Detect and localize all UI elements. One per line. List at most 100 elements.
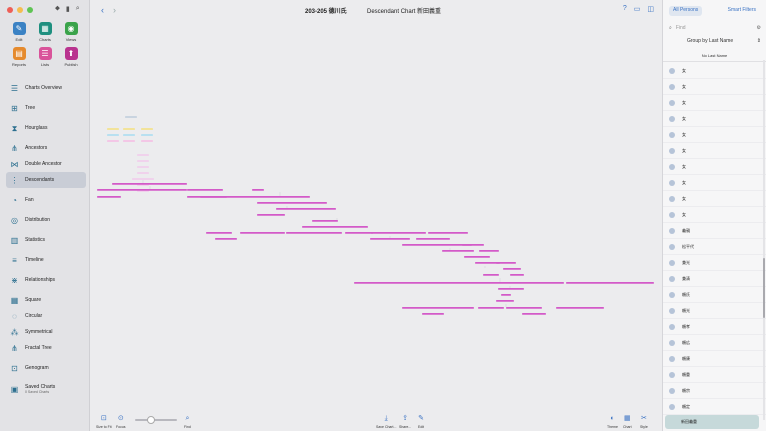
bottom-theme-button[interactable]: ◐ Theme [607,414,618,429]
nav-item-hourglass[interactable]: ⧗ Hourglass [6,120,86,136]
zoom-window-button[interactable] [27,7,33,13]
chart-person-box[interactable] [510,274,524,276]
person-row[interactable]: 頼宗 [663,383,766,399]
chart-person-box[interactable] [496,262,516,264]
chart-person-box[interactable] [276,208,336,210]
chart-person-box[interactable] [479,250,499,252]
person-row[interactable]: 義親 [663,223,766,239]
chart-person-box[interactable] [416,238,450,240]
forward-arrow-icon[interactable]: › [113,5,116,15]
chart-person-box[interactable] [125,116,137,118]
chart-person-box[interactable] [506,307,542,309]
chart-person-box[interactable] [428,232,468,234]
chart-person-box[interactable] [137,172,149,174]
chart-person-box[interactable] [123,128,135,130]
chart-person-box[interactable] [422,313,444,315]
close-window-button[interactable] [7,7,13,13]
group-by-selector[interactable]: Group by Last Name ⇕ [687,38,761,44]
nav-item-symmetrical[interactable]: ⁂ Symmetrical [6,324,86,340]
bottom-share-button[interactable]: ⇪ Share... [399,414,411,429]
chart-person-box[interactable] [215,238,237,240]
chart-person-box[interactable] [137,160,149,162]
gear-icon[interactable]: ⚙ [757,25,761,31]
tab-all-persons[interactable]: All Persons [669,6,703,16]
chart-person-box[interactable] [141,140,153,142]
chart-person-box[interactable] [402,307,474,309]
scrollbar-thumb[interactable] [763,258,765,318]
tool-publish-button[interactable]: ⬆ Publish [58,47,84,67]
chart-person-box[interactable] [312,220,338,222]
find-field[interactable]: ⌕ Find ⚙ [669,23,761,33]
chart-person-box[interactable] [483,274,499,276]
bottom-find-button[interactable]: ⌕ Find [184,414,191,429]
person-row[interactable]: 女 [663,175,766,191]
chart-person-box[interactable] [371,232,426,234]
descendant-chart[interactable] [90,20,662,408]
nav-item-fractal-tree[interactable]: ⋔ Fractal Tree [6,340,86,356]
tool-views-button[interactable]: ◉ Views [58,22,84,42]
chart-person-box[interactable] [522,313,546,315]
chart-person-box[interactable] [107,140,119,142]
chart-person-box[interactable] [302,226,368,228]
bookmark-icon[interactable]: ▮ [66,5,70,13]
scrollbar-track[interactable] [763,60,765,420]
nav-item-square[interactable]: ▦ Square [6,292,86,308]
zoom-slider-knob[interactable] [147,416,155,424]
zoom-slider[interactable] [135,416,177,424]
chart-person-box[interactable] [503,268,521,270]
search-icon[interactable]: ⌕ [76,5,80,13]
minimize-window-button[interactable] [17,7,23,13]
person-row[interactable]: 女 [663,159,766,175]
person-row[interactable]: 女 [663,207,766,223]
nav-item-saved-charts[interactable]: ▣ Saved Charts 0 Saved Charts [6,380,86,398]
person-row[interactable]: 兼光 [663,255,766,271]
chart-person-box[interactable] [137,166,149,168]
nav-item-ancestors[interactable]: ⋔ Ancestors [6,140,86,156]
person-row[interactable]: 女 [663,111,766,127]
chart-person-box[interactable] [206,232,232,234]
chart-person-box[interactable] [354,282,564,284]
nav-item-distribution[interactable]: ◎ Distribution [6,212,86,228]
nav-item-timeline[interactable]: ≡ Timeline [6,252,86,268]
person-row[interactable]: 頼重 [663,367,766,383]
tag-icon[interactable]: ⬥ [55,5,60,13]
bottom-style-button[interactable]: ✂ Style [640,414,648,429]
chart-person-box[interactable] [478,307,504,309]
tool-reports-button[interactable]: ▤ Reports [6,47,32,67]
tool-lists-button[interactable]: ☰ Lists [32,47,58,67]
person-row[interactable]: 女 [663,79,766,95]
chart-person-box[interactable] [141,134,153,136]
bottom-size-to-fit-button[interactable]: ⊡ Size to Fit [96,414,112,429]
person-row[interactable]: 女 [663,191,766,207]
bottom-focus-button[interactable]: ⊙ Focus [116,414,126,429]
bottom-edit-button[interactable]: ✎ Edit [418,414,424,429]
person-row[interactable]: 女 [663,143,766,159]
chart-person-box[interactable] [464,256,490,258]
chart-person-box[interactable] [257,214,285,216]
chart-person-box[interactable] [107,134,119,136]
chart-person-box[interactable] [501,294,511,296]
person-row[interactable]: 兼清 [663,271,766,287]
selected-person-row[interactable]: 新田義重 [665,415,759,429]
nav-item-fan[interactable]: ◔ Fan [6,192,86,208]
chart-person-box[interactable] [402,244,472,246]
chart-person-box[interactable] [345,232,373,234]
nav-item-charts-overview[interactable]: ☰ Charts Overview [6,80,86,96]
chart-person-box[interactable] [240,232,285,234]
chart-person-box[interactable] [286,232,342,234]
person-row[interactable]: 頼広 [663,335,766,351]
back-arrow-icon[interactable]: ‹ [101,5,104,15]
person-row[interactable]: 頼孝 [663,319,766,335]
nav-item-tree[interactable]: ⊞ Tree [6,100,86,116]
person-row[interactable]: 松平代 [663,239,766,255]
person-row[interactable]: 頼氏 [663,287,766,303]
chart-person-box[interactable] [141,128,153,130]
nav-item-relationships[interactable]: ⋇ Relationships [6,272,86,288]
person-row[interactable]: 頼康 [663,351,766,367]
tool-edit-button[interactable]: ✎ Edit [6,22,32,42]
chart-person-box[interactable] [462,244,484,246]
chart-person-box[interactable] [200,196,310,198]
person-row[interactable]: 頼光 [663,303,766,319]
person-row[interactable]: 女 [663,127,766,143]
nav-item-statistics[interactable]: ▥ Statistics [6,232,86,248]
